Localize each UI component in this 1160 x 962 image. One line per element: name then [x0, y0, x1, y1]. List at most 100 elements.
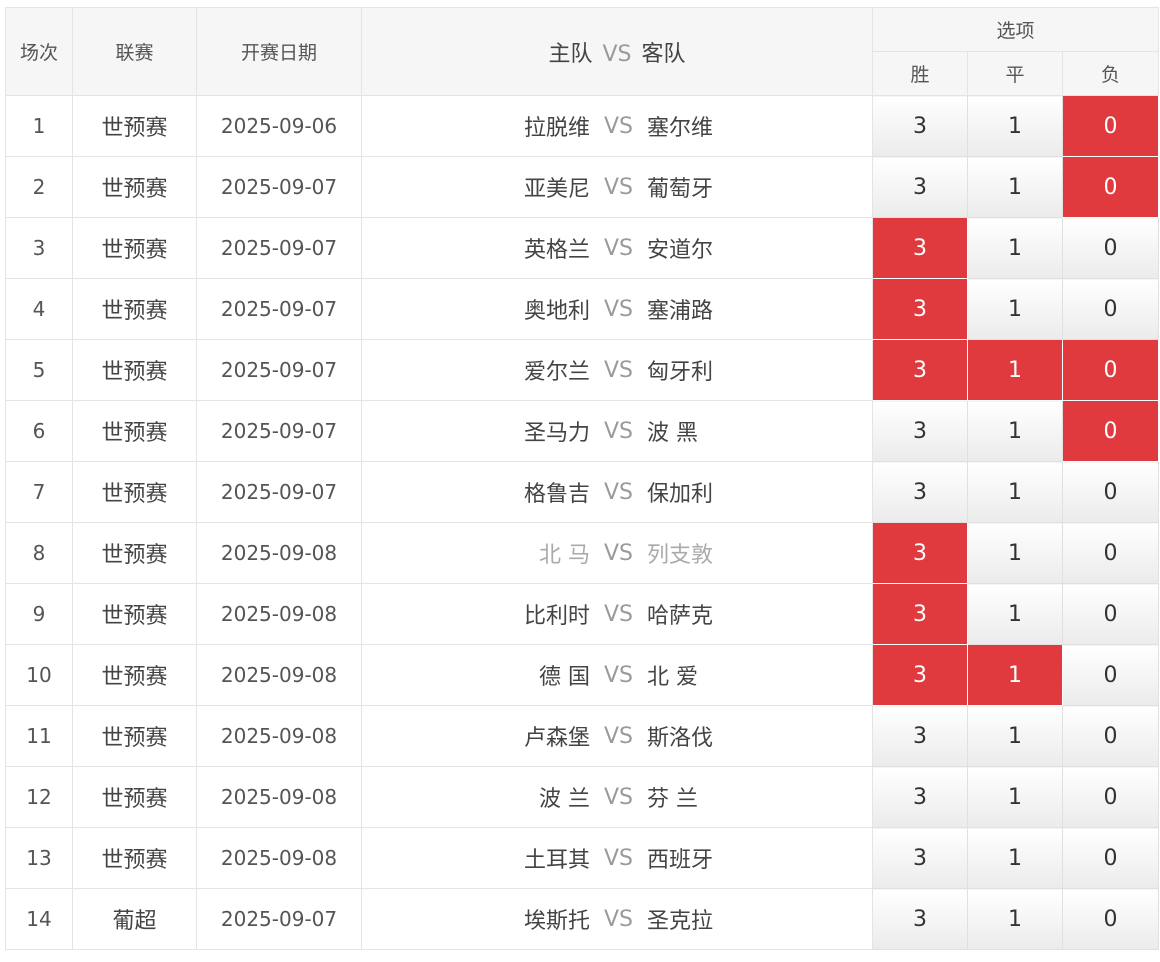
option-lose[interactable]: 0: [1061, 583, 1160, 645]
option-lose[interactable]: 0: [1061, 888, 1160, 950]
home-team: 拉脱维: [523, 116, 590, 141]
vs-label: VS: [604, 784, 634, 810]
header-vs: VS: [602, 41, 632, 67]
match-cell: 卢森堡 VS 斯洛伐: [361, 705, 873, 767]
option-win[interactable]: 3: [872, 461, 968, 523]
option-draw[interactable]: 1: [967, 705, 1063, 767]
table-row: 10 世预赛 2025-09-08 德 国 VS 北 爱 3 1 0: [5, 644, 1160, 706]
match-number: 2: [5, 156, 73, 218]
vs-label: VS: [604, 601, 634, 627]
option-draw[interactable]: 1: [967, 339, 1063, 401]
match-number: 3: [5, 217, 73, 279]
match-date: 2025-09-08: [196, 644, 362, 706]
option-draw[interactable]: 1: [967, 156, 1063, 218]
home-team: 爱尔兰: [523, 360, 590, 385]
option-win[interactable]: 3: [872, 217, 968, 279]
option-win[interactable]: 3: [872, 339, 968, 401]
option-draw[interactable]: 1: [967, 888, 1063, 950]
match-teams: 德 国 VS 北 爱: [362, 659, 872, 691]
vs-label: VS: [604, 174, 634, 200]
league-name: 世预赛: [72, 766, 197, 828]
option-draw[interactable]: 1: [967, 278, 1063, 340]
match-cell: 波 兰 VS 芬 兰: [361, 766, 873, 828]
option-draw[interactable]: 1: [967, 217, 1063, 279]
match-date: 2025-09-07: [196, 461, 362, 523]
vs-label: VS: [604, 723, 634, 749]
header-lose: 负: [1061, 51, 1160, 96]
match-number: 6: [5, 400, 73, 462]
match-teams: 埃斯托 VS 圣克拉: [362, 903, 872, 935]
option-win[interactable]: 3: [872, 583, 968, 645]
match-number: 7: [5, 461, 73, 523]
home-team: 卢森堡: [523, 726, 590, 751]
match-cell: 爱尔兰 VS 匈牙利: [361, 339, 873, 401]
option-win[interactable]: 3: [872, 278, 968, 340]
option-lose[interactable]: 0: [1061, 400, 1160, 462]
header-draw: 平: [967, 51, 1063, 96]
match-date: 2025-09-07: [196, 339, 362, 401]
option-lose[interactable]: 0: [1061, 827, 1160, 889]
home-team: 埃斯托: [523, 909, 590, 934]
league-name: 世预赛: [72, 217, 197, 279]
match-cell: 英格兰 VS 安道尔: [361, 217, 873, 279]
header-match: 主队 VS 客队: [361, 7, 873, 96]
option-lose[interactable]: 0: [1061, 339, 1160, 401]
option-lose[interactable]: 0: [1061, 766, 1160, 828]
match-number: 14: [5, 888, 73, 950]
option-draw[interactable]: 1: [967, 461, 1063, 523]
header-league: 联赛: [72, 7, 197, 96]
match-teams: 卢森堡 VS 斯洛伐: [362, 720, 872, 752]
option-win[interactable]: 3: [872, 888, 968, 950]
away-team: 斯洛伐: [647, 726, 714, 751]
option-lose[interactable]: 0: [1061, 217, 1160, 279]
option-lose[interactable]: 0: [1061, 522, 1160, 584]
match-teams: 北 马 VS 列支敦: [362, 537, 872, 569]
header-home: 主队: [548, 41, 593, 67]
away-team: 匈牙利: [647, 360, 714, 385]
option-lose[interactable]: 0: [1061, 95, 1160, 157]
match-teams: 波 兰 VS 芬 兰: [362, 781, 872, 813]
match-date: 2025-09-06: [196, 95, 362, 157]
option-win[interactable]: 3: [872, 766, 968, 828]
option-win[interactable]: 3: [872, 400, 968, 462]
option-lose[interactable]: 0: [1061, 278, 1160, 340]
match-number: 4: [5, 278, 73, 340]
away-team: 葡萄牙: [647, 177, 714, 202]
option-lose[interactable]: 0: [1061, 156, 1160, 218]
vs-label: VS: [604, 418, 634, 444]
option-win[interactable]: 3: [872, 705, 968, 767]
table-row: 2 世预赛 2025-09-07 亚美尼 VS 葡萄牙 3 1 0: [5, 156, 1160, 218]
header-options: 选项: [871, 7, 1160, 52]
table-row: 14 葡超 2025-09-07 埃斯托 VS 圣克拉 3 1 0: [5, 888, 1160, 950]
league-name: 世预赛: [72, 644, 197, 706]
option-lose[interactable]: 0: [1061, 644, 1160, 706]
option-win[interactable]: 3: [872, 156, 968, 218]
option-lose[interactable]: 0: [1061, 705, 1160, 767]
option-win[interactable]: 3: [872, 644, 968, 706]
vs-label: VS: [604, 113, 634, 139]
option-draw[interactable]: 1: [967, 400, 1063, 462]
option-draw[interactable]: 1: [967, 827, 1063, 889]
away-team: 芬 兰: [647, 787, 699, 812]
match-cell: 埃斯托 VS 圣克拉: [361, 888, 873, 950]
match-teams: 格鲁吉 VS 保加利: [362, 476, 872, 508]
option-win[interactable]: 3: [872, 95, 968, 157]
match-table: 场次 联赛 开赛日期 主队 VS 客队 选项 胜 平 负 1 世预赛 2025-09…: [5, 7, 1160, 950]
option-draw[interactable]: 1: [967, 766, 1063, 828]
option-draw[interactable]: 1: [967, 95, 1063, 157]
match-cell: 土耳其 VS 西班牙: [361, 827, 873, 889]
option-draw[interactable]: 1: [967, 583, 1063, 645]
match-teams: 亚美尼 VS 葡萄牙: [362, 171, 872, 203]
home-team: 北 马: [539, 543, 590, 568]
match-teams: 比利时 VS 哈萨克: [362, 598, 872, 630]
home-team: 比利时: [523, 604, 590, 629]
match-number: 12: [5, 766, 73, 828]
option-win[interactable]: 3: [872, 827, 968, 889]
match-cell: 奥地利 VS 塞浦路: [361, 278, 873, 340]
option-lose[interactable]: 0: [1061, 461, 1160, 523]
option-win[interactable]: 3: [872, 522, 968, 584]
away-team: 塞尔维: [647, 116, 714, 141]
option-draw[interactable]: 1: [967, 644, 1063, 706]
match-number: 9: [5, 583, 73, 645]
option-draw[interactable]: 1: [967, 522, 1063, 584]
